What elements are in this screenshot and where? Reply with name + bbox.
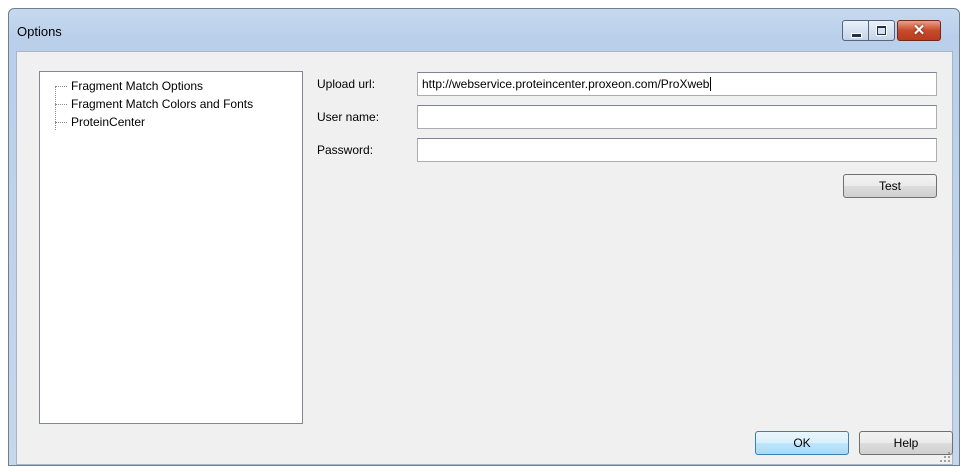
options-dialog: Options ✕ Fragment Match Options Fragmen…	[8, 8, 960, 466]
password-label: Password:	[317, 143, 374, 157]
tree-item-label: ProteinCenter	[71, 115, 146, 129]
tree-item-label: Fragment Match Options	[71, 79, 204, 93]
tree-branch-line	[55, 122, 67, 123]
tree-branch-line	[55, 104, 67, 105]
title-bar[interactable]: Options ✕	[9, 9, 959, 49]
tree-item-label: Fragment Match Colors and Fonts	[71, 97, 254, 111]
tree-branch-line	[55, 86, 67, 87]
password-input[interactable]	[417, 138, 937, 162]
upload-url-label: Upload url:	[317, 77, 376, 91]
test-button[interactable]: Test	[843, 174, 937, 198]
dialog-client-area: Fragment Match Options Fragment Match Co…	[16, 51, 953, 465]
tree-connector-line	[55, 86, 56, 130]
upload-url-input[interactable]: http://webservice.proteincenter.proxeon.…	[417, 72, 937, 96]
text-caret	[710, 77, 712, 91]
ok-button[interactable]: OK	[755, 431, 849, 455]
size-grip-icon[interactable]	[939, 451, 951, 463]
window-title: Options	[17, 24, 62, 39]
user-name-label: User name:	[317, 110, 380, 124]
user-name-input[interactable]	[417, 105, 937, 129]
close-icon[interactable]: ✕	[897, 20, 941, 41]
options-tree[interactable]: Fragment Match Options Fragment Match Co…	[39, 71, 303, 424]
upload-url-value: http://webservice.proteincenter.proxeon.…	[422, 77, 710, 91]
minimize-icon[interactable]	[842, 20, 869, 41]
maximize-icon[interactable]	[868, 20, 895, 41]
close-glyph: ✕	[912, 22, 926, 39]
